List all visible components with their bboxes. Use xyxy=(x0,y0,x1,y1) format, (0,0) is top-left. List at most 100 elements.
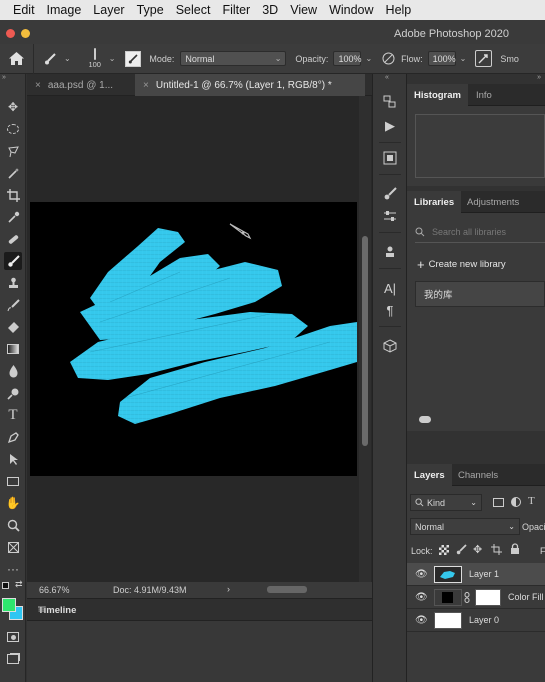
lock-position-icon[interactable]: ✥ xyxy=(473,543,482,556)
visibility-eye-icon[interactable]: 👁 xyxy=(415,569,428,580)
close-icon[interactable]: × xyxy=(35,80,41,91)
minimize-window-button[interactable] xyxy=(21,29,30,38)
close-window-button[interactable] xyxy=(6,29,15,38)
magic-wand-tool[interactable] xyxy=(4,164,22,182)
glyph-panel-button[interactable] xyxy=(382,150,398,166)
filter-type-icon[interactable]: T xyxy=(528,495,535,507)
mode-select[interactable]: Normal ⌄ xyxy=(180,51,287,66)
layer-mask-thumbnail[interactable] xyxy=(475,589,501,606)
menu-help[interactable]: Help xyxy=(386,3,412,17)
brush-settings-panel-button[interactable] xyxy=(382,186,398,202)
marquee-tool[interactable] xyxy=(4,120,22,138)
library-item[interactable]: 我的库 xyxy=(415,281,545,307)
tab-adjustments[interactable]: Adjustments xyxy=(460,191,526,213)
horizontal-scrollbar-thumb[interactable] xyxy=(267,586,307,593)
chevron-down-icon[interactable]: ⌄ xyxy=(365,54,372,63)
lock-image-icon[interactable] xyxy=(456,544,467,555)
gradient-tool[interactable] xyxy=(4,340,22,358)
crop-tool[interactable] xyxy=(4,186,22,204)
pressure-opacity-button[interactable] xyxy=(380,51,396,67)
eyedropper-tool[interactable] xyxy=(4,208,22,226)
clone-stamp-tool[interactable] xyxy=(4,274,22,292)
fill-color-thumbnail[interactable] xyxy=(434,589,462,606)
layer-filter-select[interactable]: Kind ⌄ xyxy=(410,494,482,511)
menu-layer[interactable]: Layer xyxy=(93,3,124,17)
blend-mode-select[interactable]: Normal ⌄ xyxy=(410,518,520,535)
lock-transparent-icon[interactable] xyxy=(439,545,449,555)
create-new-library-button[interactable]: + Create new library xyxy=(417,257,506,272)
opacity-field[interactable]: 100% xyxy=(333,51,361,66)
flow-field[interactable]: 100% xyxy=(427,51,456,66)
zoom-tool[interactable] xyxy=(4,516,22,534)
pen-tool[interactable] xyxy=(4,428,22,446)
hand-tool[interactable]: ✋ xyxy=(4,494,22,512)
tab-layers[interactable]: Layers xyxy=(407,464,452,486)
move-tool[interactable]: ✥ xyxy=(4,98,22,116)
history-brush-tool[interactable] xyxy=(4,296,22,314)
dodge-tool[interactable] xyxy=(4,384,22,402)
blur-tool[interactable] xyxy=(4,362,22,380)
zoom-level[interactable]: 66.67% xyxy=(39,585,70,595)
tab-libraries[interactable]: Libraries xyxy=(407,191,462,213)
lock-artboard-icon[interactable] xyxy=(491,544,502,555)
paragraph-panel-button[interactable]: ¶ xyxy=(382,302,398,318)
panel-menu-icon[interactable]: ≡ xyxy=(38,602,366,616)
menu-3d[interactable]: 3D xyxy=(262,3,278,17)
layer-name[interactable]: Color Fill xyxy=(508,592,544,602)
adjust-panel-button[interactable] xyxy=(382,208,398,224)
library-search-input[interactable]: Search all libraries xyxy=(415,221,545,243)
filter-pixel-icon[interactable] xyxy=(493,498,504,507)
menu-window[interactable]: Window xyxy=(329,3,373,17)
airbrush-button[interactable] xyxy=(475,50,493,67)
layer-row-layer-0[interactable]: 👁 Layer 0 xyxy=(407,609,545,632)
link-chain-icon[interactable] xyxy=(464,592,470,603)
chevron-down-icon[interactable]: ⌄ xyxy=(109,54,116,63)
layer-name[interactable]: Layer 1 xyxy=(469,569,499,579)
default-colors-icon[interactable] xyxy=(2,582,9,589)
menu-image[interactable]: Image xyxy=(47,3,82,17)
menu-edit[interactable]: Edit xyxy=(13,3,35,17)
swap-colors-icon[interactable]: ⇄ xyxy=(15,579,23,590)
foreground-color-swatch[interactable] xyxy=(2,598,16,612)
frame-tool[interactable] xyxy=(4,538,22,556)
history-panel-button[interactable] xyxy=(382,94,398,110)
status-menu-arrow[interactable]: › xyxy=(227,584,230,594)
brush-size-picker[interactable]: 100 xyxy=(85,48,105,69)
tab-info[interactable]: Info xyxy=(469,84,499,106)
strip-collapse-icon[interactable]: « xyxy=(385,74,389,81)
path-selection-tool[interactable] xyxy=(4,450,22,468)
screen-mode-button[interactable] xyxy=(4,650,22,668)
panels-collapse-icon[interactable]: » xyxy=(537,74,541,81)
visibility-eye-icon[interactable]: 👁 xyxy=(415,615,428,626)
3d-panel-button[interactable] xyxy=(382,338,398,354)
chevron-down-icon[interactable]: ⌄ xyxy=(460,54,467,63)
clone-source-panel-button[interactable] xyxy=(382,244,398,260)
lasso-tool[interactable] xyxy=(4,142,22,160)
quick-mask-button[interactable] xyxy=(4,628,22,646)
brush-tool-preset[interactable]: ⌄ xyxy=(44,52,71,65)
cloud-status-icon[interactable] xyxy=(419,416,431,423)
layer-row-layer-1[interactable]: 👁 Layer 1 xyxy=(407,563,545,586)
actions-panel-button[interactable]: ▶ xyxy=(382,118,398,134)
menu-type[interactable]: Type xyxy=(137,3,164,17)
filter-adjustment-icon[interactable] xyxy=(511,497,521,507)
character-panel-button[interactable]: A| xyxy=(382,280,398,296)
scrollbar-thumb[interactable] xyxy=(362,236,368,446)
type-tool[interactable]: T xyxy=(4,406,22,424)
more-tools[interactable]: ··· xyxy=(4,560,22,578)
tab-untitled-1[interactable]: × Untitled-1 @ 66.7% (Layer 1, RGB/8°) * xyxy=(135,74,365,96)
menu-view[interactable]: View xyxy=(290,3,317,17)
brush-tool[interactable] xyxy=(4,252,22,270)
lock-all-icon[interactable] xyxy=(510,543,520,555)
layer-row-color-fill[interactable]: 👁 Color Fill xyxy=(407,586,545,609)
tab-aaa-psd[interactable]: × aaa.psd @ 1... xyxy=(27,74,135,96)
tab-histogram[interactable]: Histogram xyxy=(407,84,468,106)
eraser-tool[interactable] xyxy=(4,318,22,336)
canvas-vertical-scrollbar[interactable] xyxy=(359,96,371,582)
close-icon[interactable]: × xyxy=(143,80,149,91)
healing-brush-tool[interactable] xyxy=(4,230,22,248)
menu-select[interactable]: Select xyxy=(176,3,211,17)
visibility-eye-icon[interactable]: 👁 xyxy=(415,592,428,603)
brush-panel-toggle[interactable] xyxy=(125,50,142,67)
tab-channels[interactable]: Channels xyxy=(451,464,505,486)
